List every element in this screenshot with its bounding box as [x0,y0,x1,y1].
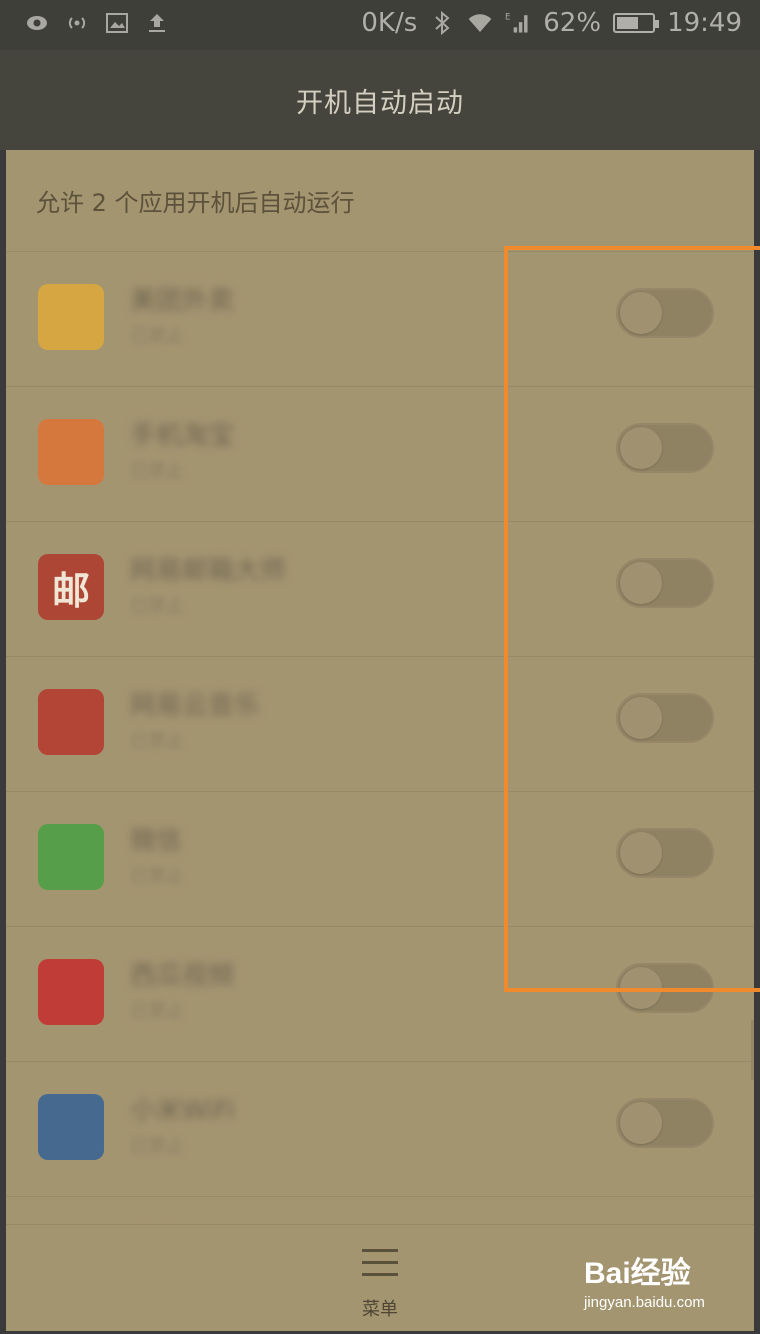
list-item: 邮 网易邮箱大师已禁止 [6,522,754,657]
page-title: 开机自动启动 [296,87,464,119]
toggle-knob [620,967,662,1009]
net-speed: 0K/s [361,8,418,38]
eye-icon [24,10,50,36]
app-list: 允许 2 个应用开机后自动运行 美团外卖 已禁止 手机淘宝 已禁止邮网易邮箱大师 已禁止… [6,150,754,1330]
app-name: 网易云音乐 [130,691,261,721]
taobao-icon [38,419,104,485]
status-bar-right: 0K/s E 62% 19:49 [361,8,742,38]
toggle-knob [620,292,662,334]
app-name: 美团外卖 [130,286,235,316]
app-rows: 美团外卖 已禁止 手机淘宝 已禁止邮网易邮箱大师 已禁止 网易云音乐 已禁止 微信 已禁止 西瓜视… [6,252,754,1330]
mail-icon: 邮 [38,554,104,620]
app-status: 已禁止 [130,326,184,347]
autostart-toggle[interactable] [616,1098,714,1148]
status-bar-left [24,10,170,36]
app-name: 网易邮箱大师 [130,556,287,586]
app-name: 微信 [130,826,183,856]
autostart-toggle[interactable] [616,288,714,338]
watermark-sub: jingyan.baidu.com [584,1294,705,1311]
app-status: 已禁止 [130,1136,184,1157]
app-icon-glyph: 邮 [51,568,90,613]
video-icon [38,959,104,1025]
screen: 0K/s E 62% 19:49 开机自动启动 允许 2 个应用开机后自动运行 … [0,0,760,1334]
image-icon [104,10,130,36]
music-icon [38,689,104,755]
app-status: 已禁止 [130,461,184,482]
autostart-toggle[interactable] [616,963,714,1013]
signal-icon: E [505,10,531,36]
section-header: 允许 2 个应用开机后自动运行 [6,150,754,252]
autostart-toggle[interactable] [616,693,714,743]
toggle-knob [620,1102,662,1144]
battery-fill [617,17,639,29]
hotspot-icon [64,10,90,36]
network-type: E [505,13,510,23]
watermark-main: Bai经验 [584,1257,691,1290]
list-item: 小米WiFi 已禁止 [6,1062,754,1197]
list-item: 美团外卖 已禁止 [6,252,754,387]
autostart-toggle[interactable] [616,558,714,608]
toggle-knob [620,562,662,604]
menu-icon [362,1249,398,1277]
giraffe-icon [38,284,104,350]
autostart-toggle[interactable] [616,423,714,473]
toggle-knob [620,832,662,874]
wechat-icon [38,824,104,890]
status-bar: 0K/s E 62% 19:49 [0,0,760,50]
wifi-app-icon [38,1094,104,1160]
list-item: 网易云音乐 已禁止 [6,657,754,792]
autostart-toggle[interactable] [616,828,714,878]
list-item: 微信 已禁止 [6,792,754,927]
title-bar: 开机自动启动 [0,50,760,150]
app-status: 已禁止 [130,1001,184,1022]
bluetooth-icon [429,10,455,36]
app-status: 已禁止 [130,596,184,617]
baidu-watermark: Bai经验 jingyan.baidu.com [584,1248,744,1318]
list-item: 手机淘宝 已禁止 [6,387,754,522]
scrollbar[interactable] [751,1020,754,1080]
battery-percent: 62% [543,8,602,38]
menu-label: 菜单 [362,1299,398,1320]
app-status: 已禁止 [130,731,184,752]
wifi-icon [467,10,493,36]
app-status: 已禁止 [130,866,184,887]
app-name: 西瓜视频 [130,961,235,991]
app-name: 手机淘宝 [130,421,235,451]
toggle-knob [620,427,662,469]
upload-icon [144,10,170,36]
toggle-knob [620,697,662,739]
app-name: 小米WiFi [130,1096,235,1126]
list-item: 西瓜视频 已禁止 [6,927,754,1062]
menu-button[interactable]: 菜单 [340,1241,420,1321]
clock: 19:49 [667,8,742,38]
battery-icon [613,13,660,33]
